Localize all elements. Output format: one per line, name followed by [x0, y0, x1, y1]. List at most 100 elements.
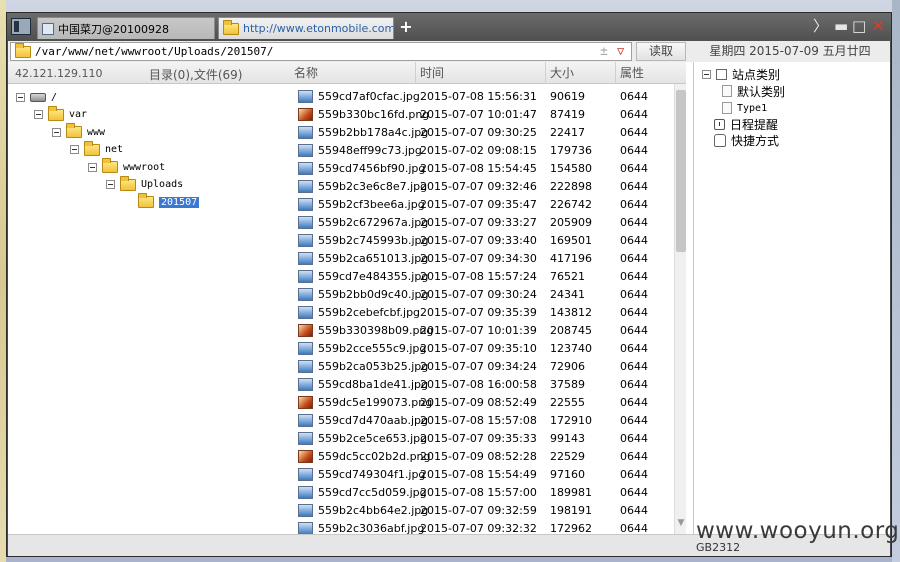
category-item[interactable]: 快捷方式 — [714, 132, 779, 148]
table-row[interactable]: 559b2bb178a4c.jpg 2015-07-07 09:30:25 2241… — [290, 124, 674, 142]
category-item[interactable]: Type1 — [722, 100, 767, 116]
collapse-icon[interactable] — [702, 69, 711, 79]
close-button[interactable]: ✕ — [872, 18, 885, 34]
tree-node[interactable]: www — [52, 123, 105, 140]
column-size[interactable]: 大小 — [546, 62, 616, 84]
cell-time: 2015-07-08 15:57:08 — [420, 414, 537, 427]
collapse-icon[interactable] — [106, 180, 115, 189]
clock-icon — [714, 118, 725, 130]
table-row[interactable]: 559b2c745993b.jpg 2015-07-07 09:33:40 1695… — [290, 232, 674, 250]
jpg-file-icon — [298, 198, 313, 211]
column-attr[interactable]: 属性 — [616, 62, 674, 84]
cell-size: 22529 — [550, 450, 585, 463]
cell-attr: 0644 — [620, 144, 648, 157]
folder-icon — [120, 175, 136, 191]
cell-size: 24341 — [550, 288, 585, 301]
collapse-icon[interactable] — [52, 127, 61, 137]
left-panel-header: 42.121.129.110 目录(0),文件(69) — [8, 62, 290, 84]
directory-tree: / var www net wwwroot Uploads 201507 — [8, 84, 290, 534]
scroll-down-icon[interactable]: ▼ — [676, 518, 686, 530]
vertical-scrollbar[interactable]: ▼ — [674, 84, 686, 534]
cell-time: 2015-07-07 10:01:47 — [420, 108, 537, 121]
app-icon[interactable] — [11, 18, 31, 35]
table-row[interactable]: 559b2ca053b25.jpg 2015-07-07 09:34:24 7290… — [290, 358, 674, 376]
cell-time: 2015-07-08 16:00:58 — [420, 378, 537, 391]
table-row[interactable]: 55948eff99c73.jpg 2015-07-02 09:08:15 1797… — [290, 142, 674, 160]
jpg-file-icon — [298, 522, 313, 534]
scrollbar-thumb[interactable] — [676, 90, 686, 252]
column-name[interactable]: 名称 — [290, 62, 416, 84]
cell-size: 179736 — [550, 144, 592, 157]
main-window: 中国菜刀@20100928 http://www.etonmobile.com/… — [6, 12, 892, 557]
cell-time: 2015-07-07 09:32:32 — [420, 522, 537, 534]
cell-size: 198191 — [550, 504, 592, 517]
new-tab-button[interactable]: + — [398, 18, 414, 36]
jpg-file-icon — [298, 486, 313, 499]
collapse-icon[interactable] — [16, 92, 25, 102]
table-row[interactable]: 559cd8ba1de41.jpg 2015-07-08 16:00:58 3758… — [290, 376, 674, 394]
path-input[interactable]: /var/www/net/wwwroot/Uploads/201507/ ± ▽ — [10, 42, 632, 61]
tree-node[interactable]: / — [16, 89, 57, 105]
table-row[interactable]: 559cd7af0cfac.jpg 2015-07-08 15:56:31 9061… — [290, 88, 674, 106]
table-row[interactable]: 559cd7456bf90.jpg 2015-07-08 15:54:45 1545… — [290, 160, 674, 178]
watermark: www.wooyun.org — [696, 518, 900, 544]
table-row[interactable]: 559b2cebefcbf.jpg 2015-07-07 09:35:39 1438… — [290, 304, 674, 322]
jpg-file-icon — [298, 378, 313, 391]
cell-attr: 0644 — [620, 486, 648, 499]
jpg-file-icon — [298, 162, 313, 175]
table-row[interactable]: 559b330bc16fd.png 2015-07-07 10:01:47 8741… — [290, 106, 674, 124]
table-row[interactable]: 559cd749304f1.jpg 2015-07-08 15:54:49 9716… — [290, 466, 674, 484]
dropdown-arrow-icon[interactable]: ▽ — [617, 43, 624, 60]
cell-size: 123740 — [550, 342, 592, 355]
column-time[interactable]: 时间 — [416, 62, 546, 84]
cell-attr: 0644 — [620, 342, 648, 355]
cell-time: 2015-07-07 09:32:59 — [420, 504, 537, 517]
plus-minus-icon[interactable]: ± — [600, 43, 608, 60]
chevron-right-icon[interactable]: 〉 — [813, 18, 828, 34]
cell-size: 87419 — [550, 108, 585, 121]
cell-name: 559b2c3036abf.jpg — [318, 522, 425, 534]
table-row[interactable]: 559b2ce5ce653.jpg 2015-07-07 09:35:33 9914… — [290, 430, 674, 448]
tree-node[interactable]: wwwroot — [88, 158, 165, 175]
tree-node[interactable]: var — [34, 105, 87, 123]
table-row[interactable]: 559b2cf3bee6a.jpg 2015-07-07 09:35:47 2267… — [290, 196, 674, 214]
table-row[interactable]: 559cd7d470aab.jpg 2015-07-08 15:57:08 1729… — [290, 412, 674, 430]
collapse-icon[interactable] — [88, 162, 97, 172]
cell-name: 559cd7e484355.jpg — [318, 270, 429, 283]
table-row[interactable]: 559dc5e199073.png 2015-07-09 08:52:49 2255… — [290, 394, 674, 412]
folder-icon — [138, 193, 154, 208]
jpg-file-icon — [298, 342, 313, 355]
tree-node[interactable]: net — [70, 140, 123, 158]
content-area: 42.121.129.110 目录(0),文件(69) / var www net ww… — [8, 62, 890, 534]
collapse-icon[interactable] — [70, 145, 79, 154]
category-item[interactable]: 默认类别 — [722, 83, 785, 99]
maximize-button[interactable]: □ — [852, 18, 866, 34]
table-row[interactable]: 559b2c672967a.jpg 2015-07-07 09:33:27 2059… — [290, 214, 674, 232]
category-item[interactable]: 日程提醒 — [714, 116, 778, 132]
table-row[interactable]: 559b2c4bb64e2.jpg 2015-07-07 09:32:59 1981… — [290, 502, 674, 520]
tab-caidao[interactable]: 中国菜刀@20100928 — [37, 17, 215, 39]
table-row[interactable]: 559cd7e484355.jpg 2015-07-08 15:57:24 7652… — [290, 268, 674, 286]
desktop-background-right — [892, 0, 900, 562]
cell-time: 2015-07-07 10:01:39 — [420, 324, 537, 337]
minimize-button[interactable]: ▬ — [834, 18, 848, 34]
table-row[interactable]: 559b2c3036abf.jpg 2015-07-07 09:32:32 1729… — [290, 520, 674, 534]
tree-node[interactable]: Uploads — [106, 175, 183, 193]
folder-icon — [223, 19, 239, 35]
cell-size: 417196 — [550, 252, 592, 265]
tree-node[interactable]: 201507 — [124, 193, 200, 210]
table-row[interactable]: 559b2cce555c9.jpg 2015-07-07 09:35:10 1237… — [290, 340, 674, 358]
table-row[interactable]: 559cd7cc5d059.jpg 2015-07-08 15:57:00 1899… — [290, 484, 674, 502]
tab-site[interactable]: http://www.etonmobile.com/... — [218, 17, 394, 39]
category-label: 站点类别 — [732, 67, 781, 82]
read-button[interactable]: 读取 — [636, 42, 686, 61]
jpg-file-icon — [298, 414, 313, 427]
collapse-icon[interactable] — [34, 110, 43, 119]
table-row[interactable]: 559b2bb0d9c40.jpg 2015-07-07 09:30:24 2434… — [290, 286, 674, 304]
table-row[interactable]: 559b330398b09.png 2015-07-07 10:01:39 2087… — [290, 322, 674, 340]
table-row[interactable]: 559dc5cc02b2d.png 2015-07-09 08:52:28 2252… — [290, 448, 674, 466]
category-item[interactable]: 站点类别 — [702, 66, 780, 82]
folder-icon — [48, 105, 64, 121]
table-row[interactable]: 559b2ca651013.jpg 2015-07-07 09:34:30 4171… — [290, 250, 674, 268]
table-row[interactable]: 559b2c3e6c8e7.jpg 2015-07-07 09:32:46 2228… — [290, 178, 674, 196]
